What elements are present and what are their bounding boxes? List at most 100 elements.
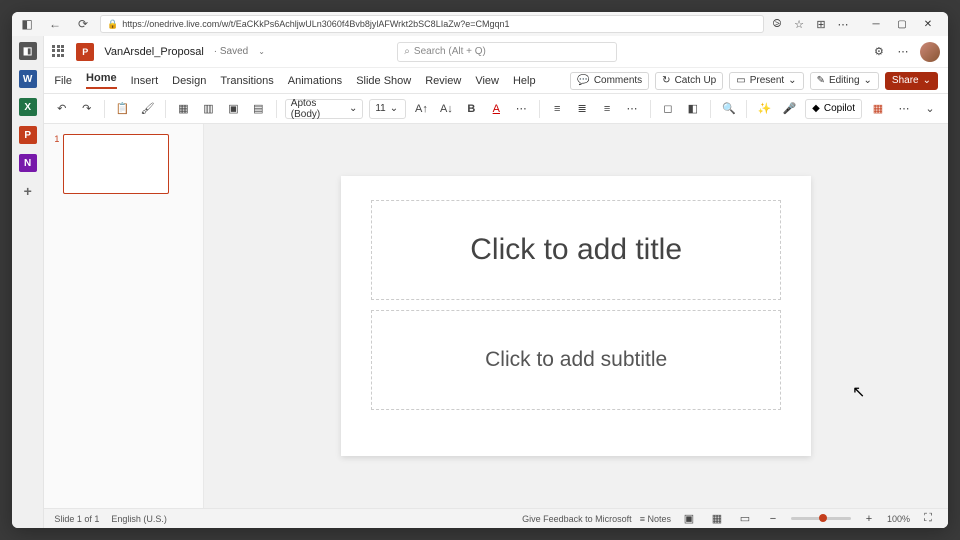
numbering-button[interactable]: ≣ <box>573 99 592 119</box>
copilot-button[interactable]: ◆ Copilot <box>805 99 862 119</box>
tab-help[interactable]: Help <box>513 75 536 87</box>
title-more-icon[interactable]: ⋯ <box>896 45 910 59</box>
home-app-icon[interactable]: ◧ <box>19 42 37 60</box>
powerpoint-app-icon[interactable]: P <box>19 126 37 144</box>
zoom-in-button[interactable]: + <box>859 509 879 529</box>
shapes-button[interactable]: ◻ <box>658 99 677 119</box>
catchup-button[interactable]: ↻ Catch Up <box>655 72 723 90</box>
comments-button[interactable]: 💬 Comments <box>570 72 649 90</box>
section-button[interactable]: ▤ <box>249 99 268 119</box>
reset-button[interactable]: ▣ <box>224 99 243 119</box>
chevron-down-icon[interactable]: ⌄ <box>258 47 265 56</box>
undo-button[interactable]: ↶ <box>52 99 71 119</box>
excel-app-icon[interactable]: X <box>19 98 37 116</box>
settings-icon[interactable]: ⚙ <box>872 45 886 59</box>
ribbon-toolbar: ↶ ↷ 📋 🖌 ▦ ▥ ▣ ▤ Aptos (Body) ⌄ 11 ⌄ A↑ A… <box>44 94 948 124</box>
maximize-button[interactable]: ▢ <box>890 14 914 34</box>
save-status: · Saved <box>214 46 248 57</box>
subtitle-placeholder[interactable]: Click to add subtitle <box>371 310 781 410</box>
dictate-button[interactable]: 🎤 <box>780 99 799 119</box>
window-controls: ─ ▢ ✕ <box>864 14 940 34</box>
tab-home[interactable]: Home <box>86 72 117 89</box>
language-status[interactable]: English (U.S.) <box>111 514 167 524</box>
zoom-level[interactable]: 100% <box>887 514 910 524</box>
grid-view-button[interactable]: ▦ <box>868 99 888 119</box>
tab-review[interactable]: Review <box>425 75 461 87</box>
font-family-select[interactable]: Aptos (Body) ⌄ <box>285 99 364 119</box>
feedback-link[interactable]: Give Feedback to Microsoft <box>522 514 632 524</box>
read-aloud-icon[interactable]: ⧁ <box>770 17 784 31</box>
app-launcher-strip: ◧ W X P N + <box>12 36 44 528</box>
increase-font-button[interactable]: A↑ <box>412 99 431 119</box>
favorite-icon[interactable]: ☆ <box>792 17 806 31</box>
refresh-button[interactable]: ⟳ <box>72 13 94 35</box>
status-bar: Slide 1 of 1 English (U.S.) Give Feedbac… <box>44 508 948 528</box>
title-placeholder[interactable]: Click to add title <box>371 200 781 300</box>
find-button[interactable]: 🔍 <box>719 99 738 119</box>
bullets-button[interactable]: ≡ <box>548 99 567 119</box>
tab-transitions[interactable]: Transitions <box>220 75 273 87</box>
format-painter-button[interactable]: 🖌 <box>138 99 157 119</box>
notes-button[interactable]: ≡ Notes <box>640 514 671 524</box>
slide: Click to add title Click to add subtitle <box>341 176 811 456</box>
reading-view-button[interactable]: ▭ <box>735 509 755 529</box>
designer-button[interactable]: ✨ <box>755 99 774 119</box>
thumbnail-number: 1 <box>54 134 59 194</box>
browser-toolbar: ◧ ← ⟳ 🔒 https://onedrive.live.com/w/t/Ea… <box>12 12 948 36</box>
app-window: ◧ ← ⟳ 🔒 https://onedrive.live.com/w/t/Ea… <box>12 12 948 528</box>
tab-icon[interactable]: ◧ <box>16 13 38 35</box>
bold-button[interactable]: B <box>462 99 481 119</box>
fit-window-button[interactable]: ⛶ <box>918 509 938 529</box>
address-bar[interactable]: 🔒 https://onedrive.live.com/w/t/EaCKkPs6… <box>100 15 764 33</box>
powerpoint-logo-icon: P <box>76 43 94 61</box>
zoom-slider[interactable] <box>791 517 851 520</box>
title-bar: P VanArsdel_Proposal · Saved ⌄ ⌕ Search … <box>44 36 948 68</box>
collections-icon[interactable]: ⊞ <box>814 17 828 31</box>
minimize-button[interactable]: ─ <box>864 14 888 34</box>
tab-file[interactable]: File <box>54 75 72 87</box>
font-color-button[interactable]: A <box>487 99 506 119</box>
lock-icon: 🔒 <box>107 19 118 30</box>
slide-thumbnail-1[interactable] <box>63 134 169 194</box>
normal-view-button[interactable]: ▣ <box>679 509 699 529</box>
tab-design[interactable]: Design <box>172 75 206 87</box>
slide-canvas-area[interactable]: Click to add title Click to add subtitle <box>204 124 948 508</box>
browser-more-icon[interactable]: ⋯ <box>836 17 850 31</box>
tab-view[interactable]: View <box>475 75 499 87</box>
close-button[interactable]: ✕ <box>916 14 940 34</box>
layout-button[interactable]: ▥ <box>199 99 218 119</box>
back-button[interactable]: ← <box>44 13 66 35</box>
ribbon-tabs: File Home Insert Design Transitions Anim… <box>44 68 948 94</box>
word-app-icon[interactable]: W <box>19 70 37 88</box>
decrease-font-button[interactable]: A↓ <box>437 99 456 119</box>
sorter-view-button[interactable]: ▦ <box>707 509 727 529</box>
user-avatar[interactable] <box>920 42 940 62</box>
editing-button[interactable]: ✎ Editing ⌄ <box>810 72 879 90</box>
arrange-button[interactable]: ◧ <box>683 99 702 119</box>
tab-animations[interactable]: Animations <box>288 75 342 87</box>
zoom-out-button[interactable]: − <box>763 509 783 529</box>
document-name[interactable]: VanArsdel_Proposal <box>104 46 203 58</box>
ribbon-more-icon[interactable]: ⋯ <box>894 99 914 119</box>
tab-slideshow[interactable]: Slide Show <box>356 75 411 87</box>
align-button[interactable]: ≡ <box>598 99 617 119</box>
search-placeholder: Search (Alt + Q) <box>414 46 486 57</box>
add-app-icon[interactable]: + <box>19 182 37 200</box>
font-more-icon[interactable]: ⋯ <box>512 99 531 119</box>
share-button[interactable]: Share ⌄ <box>885 72 938 90</box>
present-button[interactable]: ▭ Present ⌄ <box>729 72 803 90</box>
slide-thumbnail-panel: 1 <box>44 124 204 508</box>
app-launcher-icon[interactable] <box>52 45 66 59</box>
search-icon: ⌕ <box>404 46 410 57</box>
paste-button[interactable]: 📋 <box>113 99 132 119</box>
tab-insert[interactable]: Insert <box>131 75 159 87</box>
url-text: https://onedrive.live.com/w/t/EaCKkPs6Ac… <box>122 19 509 29</box>
font-size-select[interactable]: 11 ⌄ <box>369 99 406 119</box>
new-slide-button[interactable]: ▦ <box>174 99 193 119</box>
ribbon-collapse-icon[interactable]: ⌄ <box>920 99 940 119</box>
search-input[interactable]: ⌕ Search (Alt + Q) <box>397 42 617 62</box>
redo-button[interactable]: ↷ <box>77 99 96 119</box>
onenote-app-icon[interactable]: N <box>19 154 37 172</box>
para-more-icon[interactable]: ⋯ <box>623 99 642 119</box>
slide-counter: Slide 1 of 1 <box>54 514 99 524</box>
